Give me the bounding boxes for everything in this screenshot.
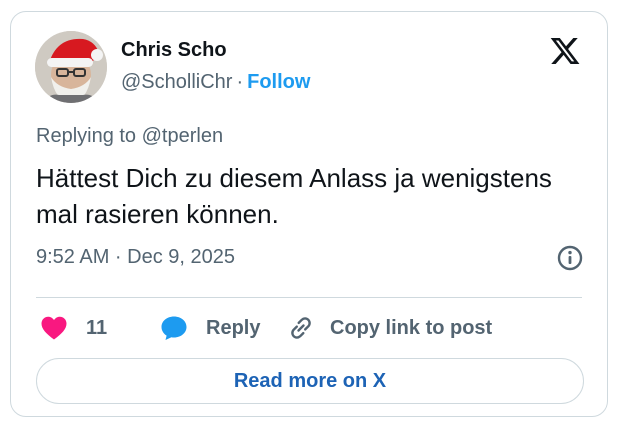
follow-button[interactable]: Follow [247, 71, 310, 93]
info-icon[interactable] [556, 244, 584, 272]
santa-hat-avatar-icon [35, 31, 107, 103]
divider [36, 297, 582, 298]
like-button[interactable]: 11 [40, 312, 107, 344]
author-handle-row: @ScholliChr · Follow [121, 70, 310, 94]
handle-separator: · [236, 71, 244, 93]
copy-link-button[interactable]: Copy link to post [286, 312, 492, 344]
copy-link-label: Copy link to post [330, 316, 493, 339]
replying-prefix: Replying to [36, 125, 137, 147]
reply-bubble-icon [161, 316, 187, 340]
read-more-button[interactable]: Read more on X [36, 358, 584, 404]
tweet-meta-row: 9:52 AM · Dec 9, 2025 [36, 244, 584, 272]
reply-label: Reply [206, 316, 261, 339]
tweet-embed-card: Chris Scho @ScholliChr · Follow Replying t… [10, 11, 608, 417]
author-names: Chris Scho @ScholliChr · Follow [121, 38, 310, 94]
author-avatar[interactable] [35, 31, 107, 103]
link-icon [291, 317, 311, 339]
heart-icon [41, 316, 67, 340]
tweet-timestamp[interactable]: 9:52 AM · Dec 9, 2025 [36, 246, 235, 269]
replying-to-line: Replying to @tperlen [36, 125, 223, 148]
tweet-text: Hättest Dich zu diesem Anlass ja wenigst… [36, 163, 552, 229]
author-display-name[interactable]: Chris Scho [121, 38, 310, 62]
like-count: 11 [86, 316, 108, 339]
reply-button[interactable]: Reply [160, 312, 260, 344]
tweet-header: Chris Scho @ScholliChr · Follow [11, 12, 607, 122]
x-logo-icon[interactable] [549, 35, 581, 67]
tweet-actions: 11 Reply Copy link to post [36, 312, 596, 344]
author-handle[interactable]: @ScholliChr [121, 71, 232, 93]
replying-to-handle[interactable]: @tperlen [142, 125, 223, 147]
